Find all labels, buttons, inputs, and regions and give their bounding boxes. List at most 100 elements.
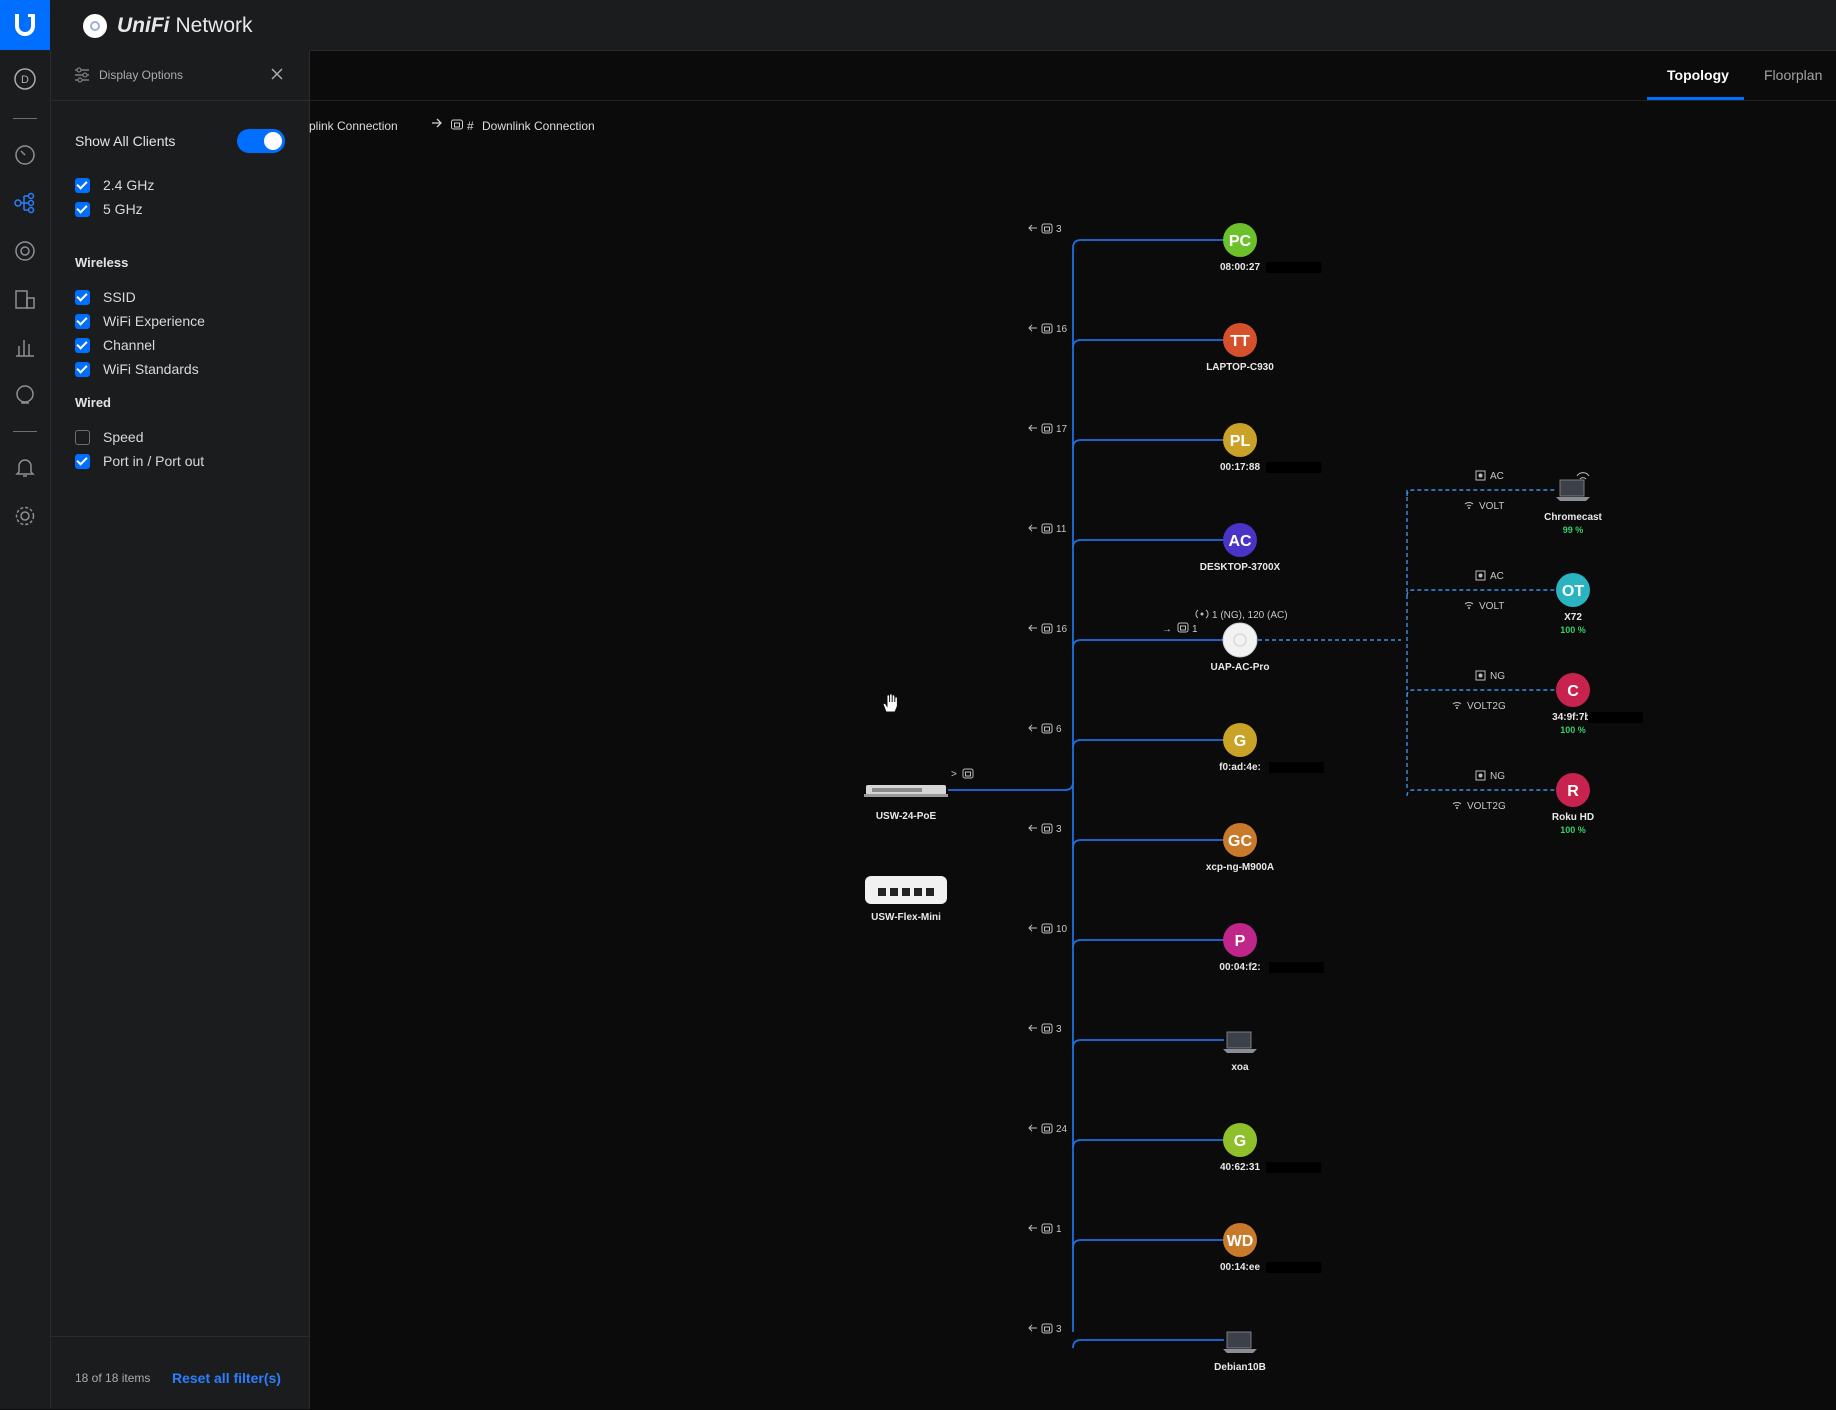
client-wire [1072, 1139, 1224, 1149]
avatar-initials: OT [1562, 583, 1584, 600]
client-wire [1072, 939, 1224, 949]
avatar-initials: PC [1229, 233, 1252, 250]
avatar-initials: PL [1230, 433, 1251, 450]
port-number: 17 [1056, 424, 1068, 435]
client-label: 40:62:31 [1220, 1162, 1260, 1173]
port-arrow-icon [1028, 1224, 1037, 1232]
signal-strength: 100 % [1560, 625, 1586, 635]
port-icon [1041, 1023, 1053, 1034]
port-icon [1041, 423, 1053, 434]
ssid-label: VOLT [1479, 501, 1504, 512]
wifi-icon [1464, 502, 1474, 509]
port-number: 11 [1056, 524, 1067, 535]
port-number: 6 [1056, 724, 1062, 735]
port-number: 3 [1056, 824, 1062, 835]
client-label: 00:14:ee [1220, 1262, 1260, 1273]
client-label: 34:9f:7b: [1552, 712, 1594, 723]
wifi-icon [1452, 702, 1462, 709]
port-arrow-icon [1028, 924, 1037, 932]
port-number: 24 [1056, 1124, 1068, 1135]
wifi-standard-icon [1475, 670, 1486, 681]
wifi-standard: AC [1490, 471, 1504, 482]
port-icon [1041, 623, 1053, 634]
port-number: 1 [1056, 1224, 1062, 1235]
avatar-initials: C [1567, 683, 1579, 700]
wifi-standard-icon [1475, 770, 1486, 781]
client-label: 00:17:88 [1220, 462, 1260, 473]
avatar-initials: WD [1227, 1233, 1254, 1250]
port-arrow-icon [1028, 524, 1037, 532]
client-wire [1072, 1239, 1224, 1249]
port-arrow-icon [1028, 424, 1037, 432]
hand-cursor-icon [881, 693, 899, 718]
avatar-initials: GC [1228, 833, 1252, 850]
wifi-standard: NG [1490, 771, 1505, 782]
client-label: X72 [1564, 612, 1582, 623]
port-icon [1177, 622, 1189, 633]
port-number: 3 [1056, 1024, 1062, 1035]
port-icon [1041, 923, 1053, 934]
client-label: 08:00:27 [1220, 262, 1260, 273]
client-wire [1072, 739, 1224, 749]
wifi-standard-icon [1475, 470, 1486, 481]
avatar-initials: P [1235, 933, 1246, 950]
wireless-client-link [1406, 589, 1555, 597]
signal-strength: 100 % [1560, 825, 1586, 835]
port-icon [1041, 723, 1053, 734]
laptop-icon[interactable] [1223, 1031, 1257, 1053]
switch-label: USW-Flex-Mini [871, 912, 941, 923]
port-number: 16 [1056, 324, 1068, 335]
wireless-client-link [1406, 689, 1555, 697]
wireless-client-link [1406, 489, 1555, 497]
chromecast-icon[interactable] [1556, 479, 1590, 501]
ssid-label: VOLT [1479, 601, 1504, 612]
port-number: 16 [1056, 624, 1068, 635]
client-label: UAP-AC-Pro [1211, 662, 1270, 673]
client-label: f0:ad:4e: [1219, 762, 1261, 773]
wifi-icon [1452, 802, 1462, 809]
avatar-initials: TT [1230, 333, 1250, 350]
client-wire [1072, 339, 1224, 349]
wifi-signal-icon [1576, 472, 1590, 480]
redacted-mac [1266, 462, 1322, 473]
wireless-client-link [1406, 789, 1555, 797]
access-point-icon[interactable] [1222, 622, 1258, 658]
wifi-standard: AC [1490, 571, 1504, 582]
port-number: 10 [1056, 924, 1068, 935]
switch-usw-flex-mini-icon[interactable] [865, 876, 947, 904]
port-arrow-icon [1028, 824, 1037, 832]
ap-uplink-port: 1 [1192, 624, 1198, 635]
avatar-initials: AC [1228, 533, 1252, 550]
client-wire [1072, 1339, 1224, 1349]
client-wire [1072, 539, 1224, 549]
avatar-initials: G [1234, 1133, 1246, 1150]
port-arrow-icon [1028, 1324, 1037, 1332]
trunk-joint [1064, 781, 1074, 791]
wifi-standard-icon [1475, 570, 1486, 581]
uplink-symbol: > [951, 769, 957, 780]
client-label: xoa [1231, 1062, 1249, 1073]
topology-map[interactable]: 3PC08:00:2716TTLAPTOP-C93017PL00:17:8811… [0, 0, 1836, 1409]
client-wire [1072, 839, 1224, 849]
wifi-icon [1464, 602, 1474, 609]
switch-usw-24-poe-icon[interactable] [864, 785, 948, 797]
port-icon [962, 768, 974, 779]
laptop-icon[interactable] [1223, 1331, 1257, 1353]
ssid-label: VOLT2G [1467, 701, 1506, 712]
client-wire [1072, 639, 1224, 649]
signal-strength: 99 % [1563, 525, 1584, 535]
redacted-mac [1269, 762, 1325, 773]
port-arrow-icon [1028, 724, 1037, 732]
redacted-mac [1269, 962, 1325, 973]
port-arrow-icon [1028, 324, 1037, 332]
port-arrow-icon [1028, 1024, 1037, 1032]
port-icon [1041, 323, 1053, 334]
client-label: DESKTOP-3700X [1200, 562, 1281, 573]
port-icon [1041, 1223, 1053, 1234]
wifi-standard: NG [1490, 671, 1505, 682]
port-arrow-icon [1028, 1124, 1037, 1132]
port-number: 3 [1056, 224, 1062, 235]
client-label: Chromecast [1544, 512, 1602, 523]
client-label: Debian10B [1214, 1362, 1266, 1373]
client-label: LAPTOP-C930 [1206, 362, 1274, 373]
